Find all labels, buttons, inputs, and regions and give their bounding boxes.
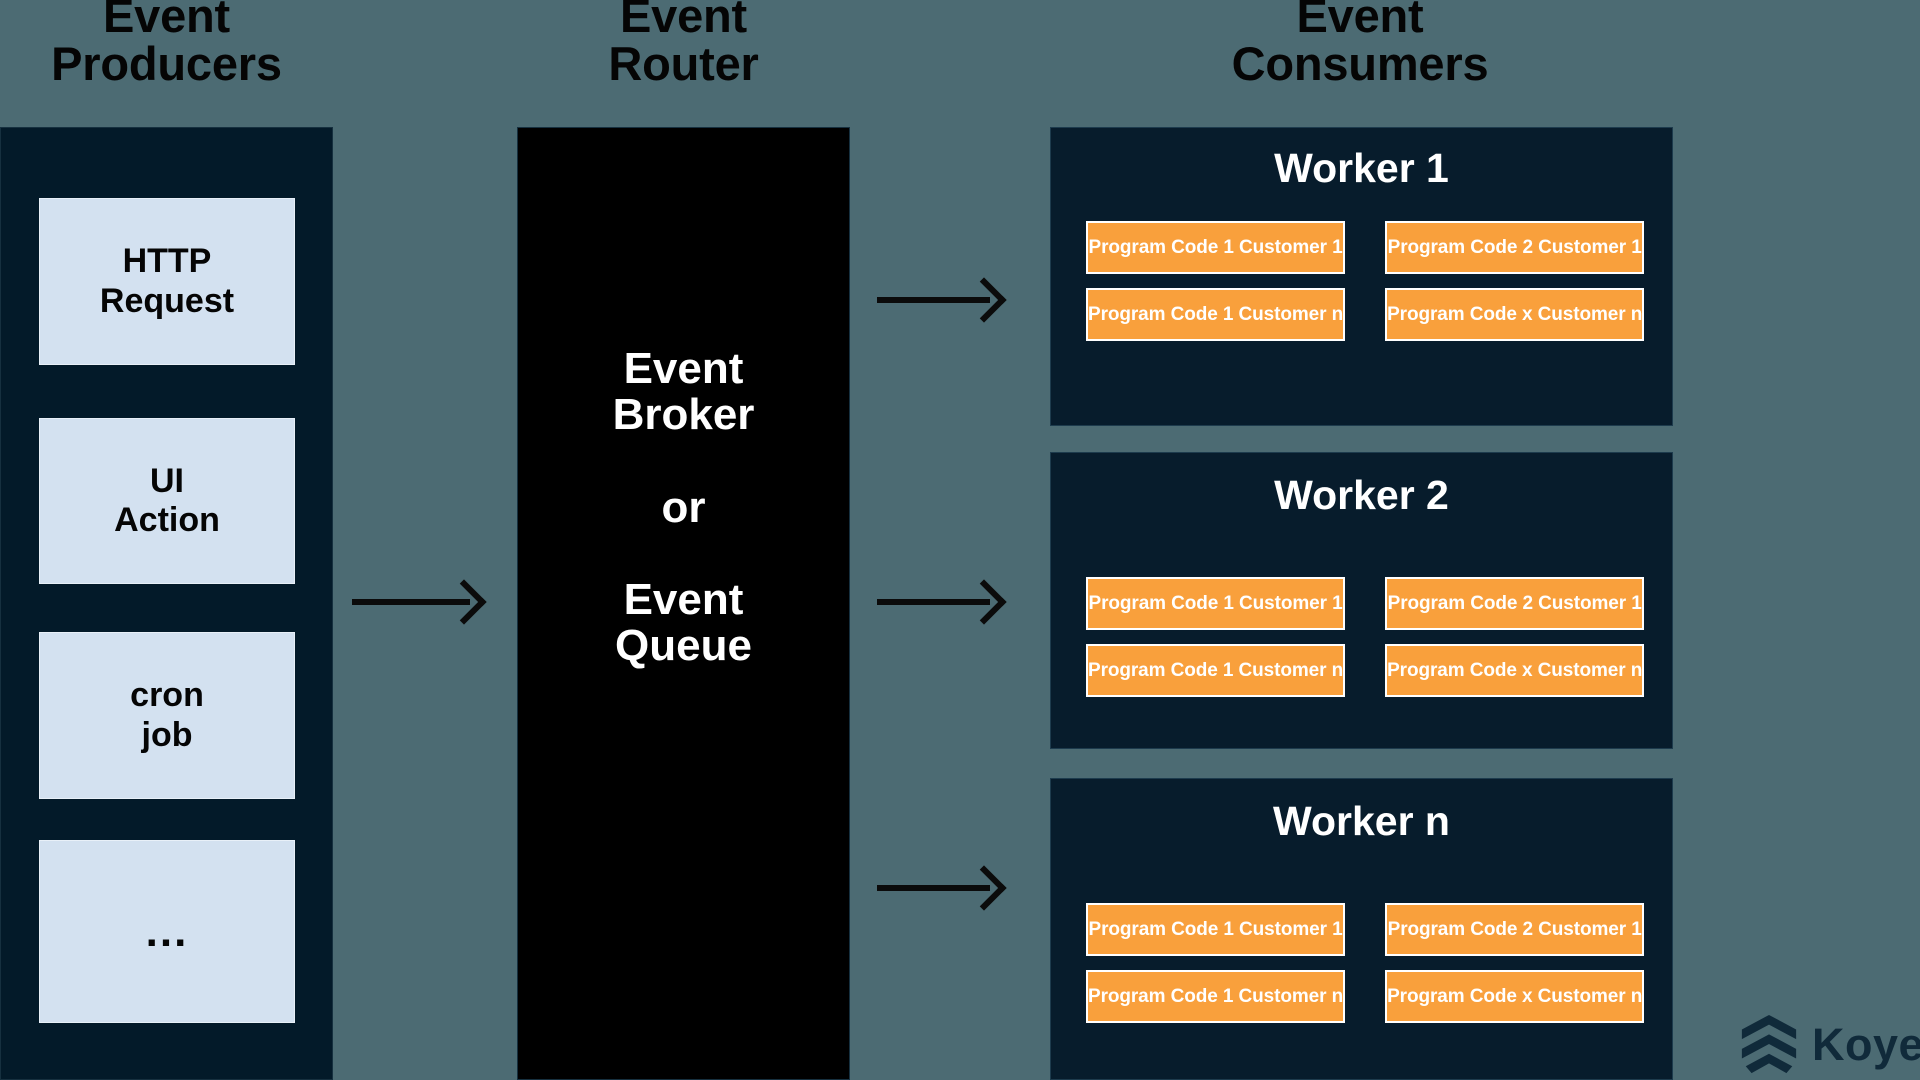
worker-panel-2: Worker 2 Program Code 1 Customer 1 Progr… [1050, 452, 1673, 749]
worker-panel-1: Worker 1 Program Code 1 Customer 1 Progr… [1050, 127, 1673, 426]
program-code-box: Program Code 2 Customer 1 [1385, 577, 1645, 630]
koyeb-logo: Koyeb [1738, 1013, 1920, 1075]
arrow-router-to-worker-1 [877, 270, 1012, 330]
diagram-canvas: Event Producers Event Router Event Consu… [0, 0, 1920, 1080]
program-code-box: Program Code 2 Customer 1 [1385, 221, 1645, 274]
arrow-head-icon [961, 579, 1007, 625]
program-code-box: Program Code x Customer n [1385, 288, 1645, 341]
arrow-producers-to-router [352, 572, 492, 632]
arrow-head-icon [441, 579, 487, 625]
program-code-box: Program Code 1 Customer 1 [1086, 221, 1346, 274]
program-code-box: Program Code 2 Customer 1 [1385, 903, 1645, 956]
event-router-label: Event Broker or Event Queue [612, 344, 755, 671]
arrow-router-to-worker-n [877, 858, 1012, 918]
worker-title: Worker n [1273, 798, 1450, 844]
program-code-box: Program Code 1 Customer n [1086, 970, 1346, 1023]
koyeb-chevron-mark-icon [1741, 1014, 1797, 1074]
event-router-panel: Event Broker or Event Queue [517, 127, 850, 1080]
column-header-event-router: Event Router [608, 0, 759, 90]
producer-box-ui-action: UI Action [39, 418, 295, 584]
program-code-box: Program Code x Customer n [1385, 644, 1645, 697]
program-code-box: Program Code x Customer n [1385, 970, 1645, 1023]
producer-box-http-request: HTTP Request [39, 198, 295, 365]
worker-code-grid: Program Code 1 Customer 1 Program Code 2… [1086, 221, 1645, 341]
program-code-box: Program Code 1 Customer n [1086, 288, 1346, 341]
column-header-event-consumers: Event Consumers [1231, 0, 1489, 90]
event-producers-panel: HTTP Request UI Action cron job ... [0, 127, 333, 1080]
koyeb-wordmark: Koyeb [1812, 1018, 1920, 1070]
worker-title: Worker 1 [1274, 145, 1449, 191]
column-header-event-producers: Event Producers [51, 0, 282, 90]
worker-panel-n: Worker n Program Code 1 Customer 1 Progr… [1050, 778, 1673, 1080]
worker-code-grid: Program Code 1 Customer 1 Program Code 2… [1086, 903, 1645, 1023]
arrow-head-icon [961, 277, 1007, 323]
program-code-box: Program Code 1 Customer 1 [1086, 903, 1346, 956]
program-code-box: Program Code 1 Customer n [1086, 644, 1346, 697]
producer-box-cron-job: cron job [39, 632, 295, 799]
producer-box-ellipsis: ... [39, 840, 295, 1023]
program-code-box: Program Code 1 Customer 1 [1086, 577, 1346, 630]
arrow-head-icon [961, 865, 1007, 911]
worker-title: Worker 2 [1274, 472, 1449, 518]
worker-code-grid: Program Code 1 Customer 1 Program Code 2… [1086, 577, 1645, 697]
arrow-router-to-worker-2 [877, 572, 1012, 632]
